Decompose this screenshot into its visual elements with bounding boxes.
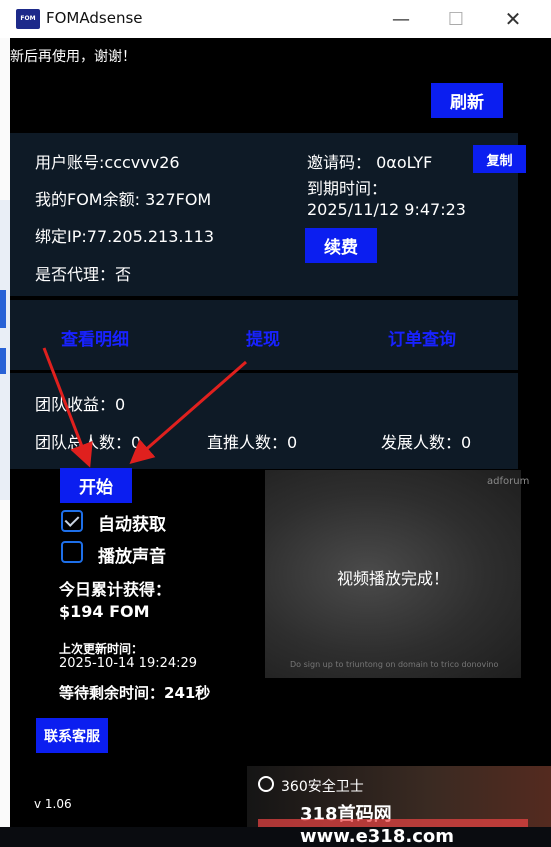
auto-fetch-checkbox[interactable] xyxy=(61,510,83,532)
team-income-label: 团队收益：0 xyxy=(35,395,126,414)
security-popup-title: 360安全卫士 xyxy=(281,779,364,795)
shield-icon xyxy=(258,776,274,792)
play-sound-checkbox[interactable] xyxy=(61,541,83,563)
balance-label: 我的FOM余额: 327FOM xyxy=(35,190,212,209)
contact-service-button[interactable]: 联系客服 xyxy=(36,718,108,753)
marquee-notice: 新后再使用，谢谢！ xyxy=(10,49,136,65)
today-earned-value: $194 FOM xyxy=(59,602,150,621)
video-logo: adforum xyxy=(487,476,530,487)
auto-fetch-label: 自动获取 xyxy=(98,515,166,535)
minimize-button[interactable]: — xyxy=(381,4,421,34)
refresh-button[interactable]: 刷新 xyxy=(431,83,503,118)
video-caption: Do sign up to triuntong on domain to tri… xyxy=(290,660,499,669)
orders-link[interactable]: 订单查询 xyxy=(388,325,456,350)
bound-ip-label: 绑定IP:77.205.213.113 xyxy=(35,227,214,246)
popup-banner-text xyxy=(258,819,528,827)
wait-remaining-label: 等待剩余时间：241秒 xyxy=(59,684,211,702)
maximize-button[interactable]: ☐ xyxy=(436,4,476,34)
invite-code-label: 邀请码： 0αoLYF xyxy=(307,153,433,172)
version-label: v 1.06 xyxy=(34,797,72,811)
app-logo-icon: FOM xyxy=(16,9,40,29)
username-label: 用户账号:cccvvv26 xyxy=(35,153,180,172)
video-status-text: 视频播放完成！ xyxy=(336,569,449,588)
direct-members-label: 直推人数：0 xyxy=(207,433,298,452)
details-link[interactable]: 查看明细 xyxy=(61,325,129,350)
expire-label: 到期时间： xyxy=(307,179,388,198)
withdraw-link[interactable]: 提现 xyxy=(246,325,280,350)
today-earned-label: 今日累计获得： xyxy=(59,580,172,599)
renew-button[interactable]: 续费 xyxy=(305,228,377,263)
team-stats-card xyxy=(10,373,518,469)
window-title: FOMAdsense xyxy=(46,9,143,27)
expire-value: 2025/11/12 9:47:23 xyxy=(307,200,466,219)
copy-button[interactable]: 复制 xyxy=(473,145,526,173)
start-button[interactable]: 开始 xyxy=(60,468,132,503)
background-window-accent xyxy=(0,348,6,374)
last-update-value: 2025-10-14 19:24:29 xyxy=(59,656,198,671)
agent-status-label: 是否代理：否 xyxy=(35,265,132,284)
close-button[interactable]: ✕ xyxy=(493,4,533,34)
background-window-accent xyxy=(0,290,6,328)
team-total-label: 团队总人数：0 xyxy=(35,433,142,452)
growth-members-label: 发展人数：0 xyxy=(381,433,472,452)
play-sound-label: 播放声音 xyxy=(98,547,166,567)
last-update-label: 上次更新时间： xyxy=(59,642,144,656)
